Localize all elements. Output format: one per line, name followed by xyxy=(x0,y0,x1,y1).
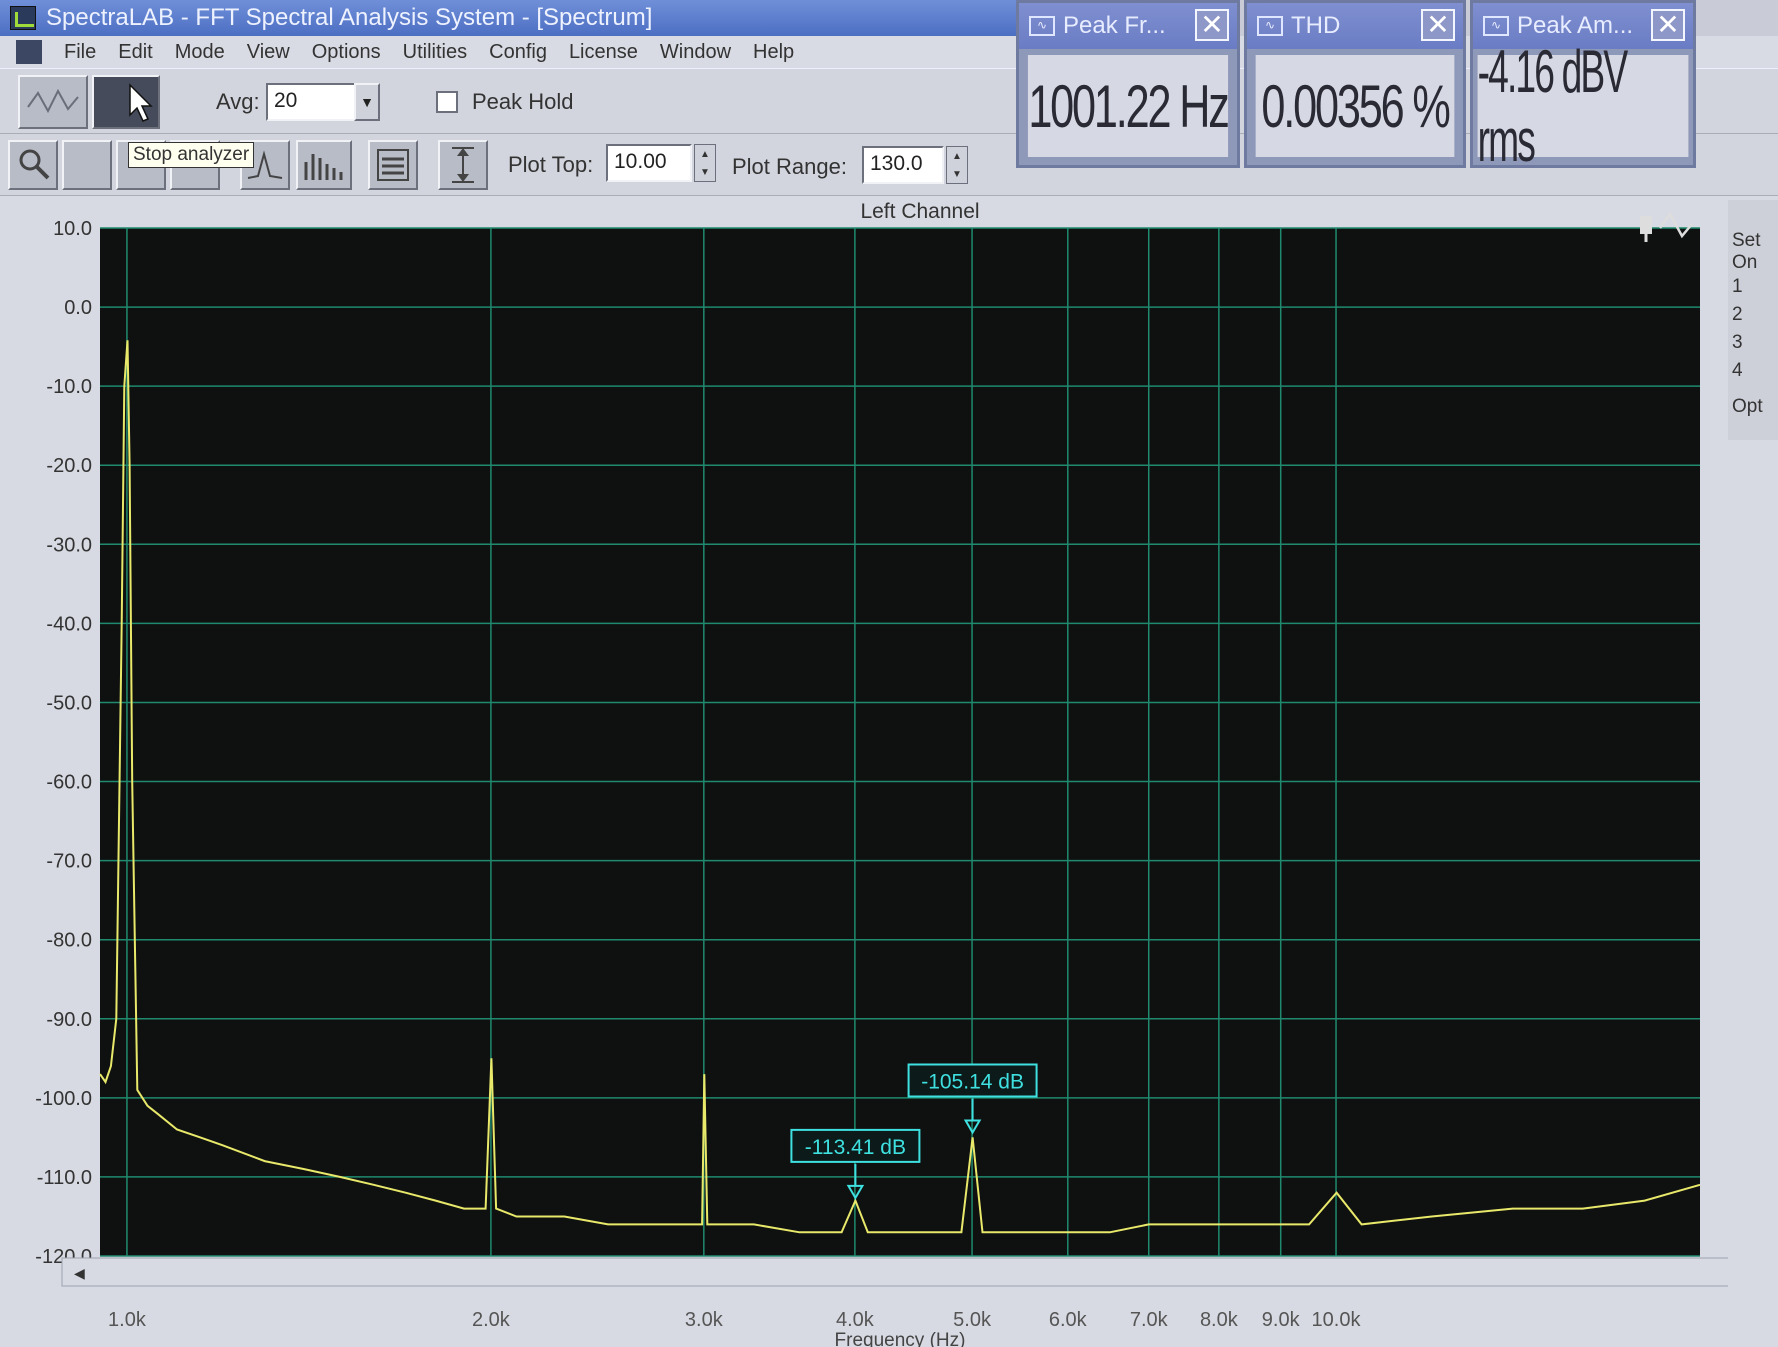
run-button[interactable] xyxy=(18,75,88,129)
side-panel: Set On 1 2 3 4 Opt xyxy=(1728,200,1778,440)
menu-edit[interactable]: Edit xyxy=(118,41,152,64)
waveform-icon xyxy=(27,88,79,114)
peak-hold-label: Peak Hold xyxy=(472,89,574,114)
settings-button[interactable] xyxy=(368,140,418,190)
peak-amplitude-title: Peak Am... xyxy=(1517,12,1634,39)
peak-frequency-value: 1001.22 Hz xyxy=(1027,55,1230,157)
stop-analyzer-tooltip: Stop analyzer xyxy=(128,142,255,168)
document-icon[interactable] xyxy=(16,40,42,64)
scrollbar[interactable]: ◀ ▶ xyxy=(61,1257,1728,1287)
stop-analyzer-button[interactable] xyxy=(92,75,160,129)
vertical-arrows-icon xyxy=(452,147,474,183)
thd-meter[interactable]: ∿ THD ✕ 0.00356 % xyxy=(1244,0,1466,168)
menu-config[interactable]: Config xyxy=(489,41,547,64)
opt-label[interactable]: Opt xyxy=(1732,396,1763,418)
y-tick-label: -80.0 xyxy=(46,930,92,952)
plot-range-spinner[interactable]: ▲ ▼ xyxy=(946,146,968,184)
menu-view[interactable]: View xyxy=(247,41,290,64)
x-axis-ticks: 1.0k 2.0k 3.0k 4.0k 5.0k 6.0k 7.0k 8.0k 9.0k 10.0… xyxy=(108,1309,1361,1331)
x-axis-label: Frequency (Hz) xyxy=(835,1330,966,1347)
x-tick-label: 4.0k xyxy=(836,1309,875,1331)
peak-frequency-meter[interactable]: ∿ Peak Fr... ✕ 1001.22 Hz xyxy=(1016,0,1240,168)
app-icon xyxy=(10,6,36,30)
close-icon[interactable]: ✕ xyxy=(1421,9,1455,41)
zoom-x-button[interactable] xyxy=(62,140,112,190)
menu-help[interactable]: Help xyxy=(753,41,794,64)
y-tick-label: -100.0 xyxy=(35,1088,92,1110)
x-tick-label: 2.0k xyxy=(472,1309,511,1331)
plot-area[interactable] xyxy=(100,228,1700,1256)
menu-utilities[interactable]: Utilities xyxy=(403,41,467,64)
x-tick-label: 8.0k xyxy=(1200,1309,1239,1331)
peak-amplitude-meter[interactable]: ∿ Peak Am... ✕ -4.16 dBV rms xyxy=(1470,0,1696,174)
set-label: Set xyxy=(1732,230,1761,251)
on-label: On xyxy=(1732,252,1758,273)
plot-range-input[interactable]: 130.0 xyxy=(862,146,944,184)
y-tick-label: -40.0 xyxy=(46,613,92,635)
x-tick-label: 1.0k xyxy=(108,1309,147,1331)
x-tick-label: 5.0k xyxy=(953,1309,992,1331)
meter-icon: ∿ xyxy=(1483,16,1509,36)
y-tick-label: 10.0 xyxy=(53,218,92,240)
x-tick-label: 6.0k xyxy=(1049,1309,1088,1331)
magnifier-icon xyxy=(19,149,50,180)
side-item-2[interactable]: 2 xyxy=(1732,304,1743,326)
title-bar: SpectraLAB - FFT Spectral Analysis Syste… xyxy=(0,0,1020,36)
thd-value: 0.00356 % xyxy=(1255,55,1455,157)
cursor-icon xyxy=(129,83,153,122)
x-tick-label: 9.0k xyxy=(1262,1309,1301,1331)
plot-top-label: Plot Top: xyxy=(508,152,594,177)
y-tick-label: 0.0 xyxy=(64,297,92,319)
y-tick-label: -50.0 xyxy=(46,692,92,714)
x-tick-label: 3.0k xyxy=(685,1309,724,1331)
y-tick-label: -20.0 xyxy=(46,455,92,477)
y-tick-label: -10.0 xyxy=(46,376,92,398)
menu-window[interactable]: Window xyxy=(660,41,731,64)
peak-amplitude-value: -4.16 dBV rms xyxy=(1477,38,1689,174)
y-tick-label: -60.0 xyxy=(46,772,92,794)
autoscale-button[interactable] xyxy=(438,140,488,190)
meter-icon: ∿ xyxy=(1029,16,1055,36)
bar-plot-button[interactable] xyxy=(296,140,352,190)
menu-license[interactable]: License xyxy=(569,41,638,64)
close-icon[interactable]: ✕ xyxy=(1195,9,1229,41)
x-tick-label: 10.0k xyxy=(1312,1309,1362,1331)
window-title: SpectraLAB - FFT Spectral Analysis Syste… xyxy=(46,4,653,31)
meter-icon: ∿ xyxy=(1257,16,1283,36)
spectrum-chart[interactable]: 10.0 0.0 -10.0 -20.0 -30.0 -40.0 -50.0 -60.0 -70… xyxy=(0,196,1728,1347)
plot-top-input[interactable]: 10.00 xyxy=(606,144,692,182)
menu-file[interactable]: File xyxy=(64,41,96,64)
plot-range-label: Plot Range: xyxy=(732,154,847,179)
avg-select[interactable]: 20 xyxy=(266,83,356,121)
marker-label: -105.14 dB xyxy=(921,1070,1024,1093)
scroll-left-icon[interactable]: ◀ xyxy=(74,1265,85,1281)
peak-frequency-title: Peak Fr... xyxy=(1063,12,1166,39)
peak-hold-checkbox[interactable] xyxy=(436,91,458,113)
menu-mode[interactable]: Mode xyxy=(175,41,225,64)
thd-title: THD xyxy=(1291,12,1341,39)
y-axis-ticks: 10.0 0.0 -10.0 -20.0 -30.0 -40.0 -50.0 -60.0 -70… xyxy=(35,218,92,1268)
y-tick-label: -30.0 xyxy=(46,534,92,556)
chevron-down-icon[interactable]: ▼ xyxy=(354,83,380,121)
avg-label: Avg: xyxy=(216,89,260,114)
plot-top-spinner[interactable]: ▲ ▼ xyxy=(694,144,716,182)
x-tick-label: 7.0k xyxy=(1130,1309,1169,1331)
y-tick-label: -90.0 xyxy=(46,1009,92,1031)
menu-options[interactable]: Options xyxy=(312,41,381,64)
marker-label: -113.41 dB xyxy=(805,1136,906,1159)
list-icon xyxy=(377,149,409,181)
bar-plot-icon xyxy=(304,154,343,180)
y-tick-label: -70.0 xyxy=(46,851,92,873)
side-item-3[interactable]: 3 xyxy=(1732,332,1743,354)
side-item-4[interactable]: 4 xyxy=(1732,360,1743,382)
zoom-button[interactable] xyxy=(8,140,58,190)
y-tick-label: -110.0 xyxy=(37,1167,92,1189)
side-item-1[interactable]: 1 xyxy=(1732,276,1743,298)
